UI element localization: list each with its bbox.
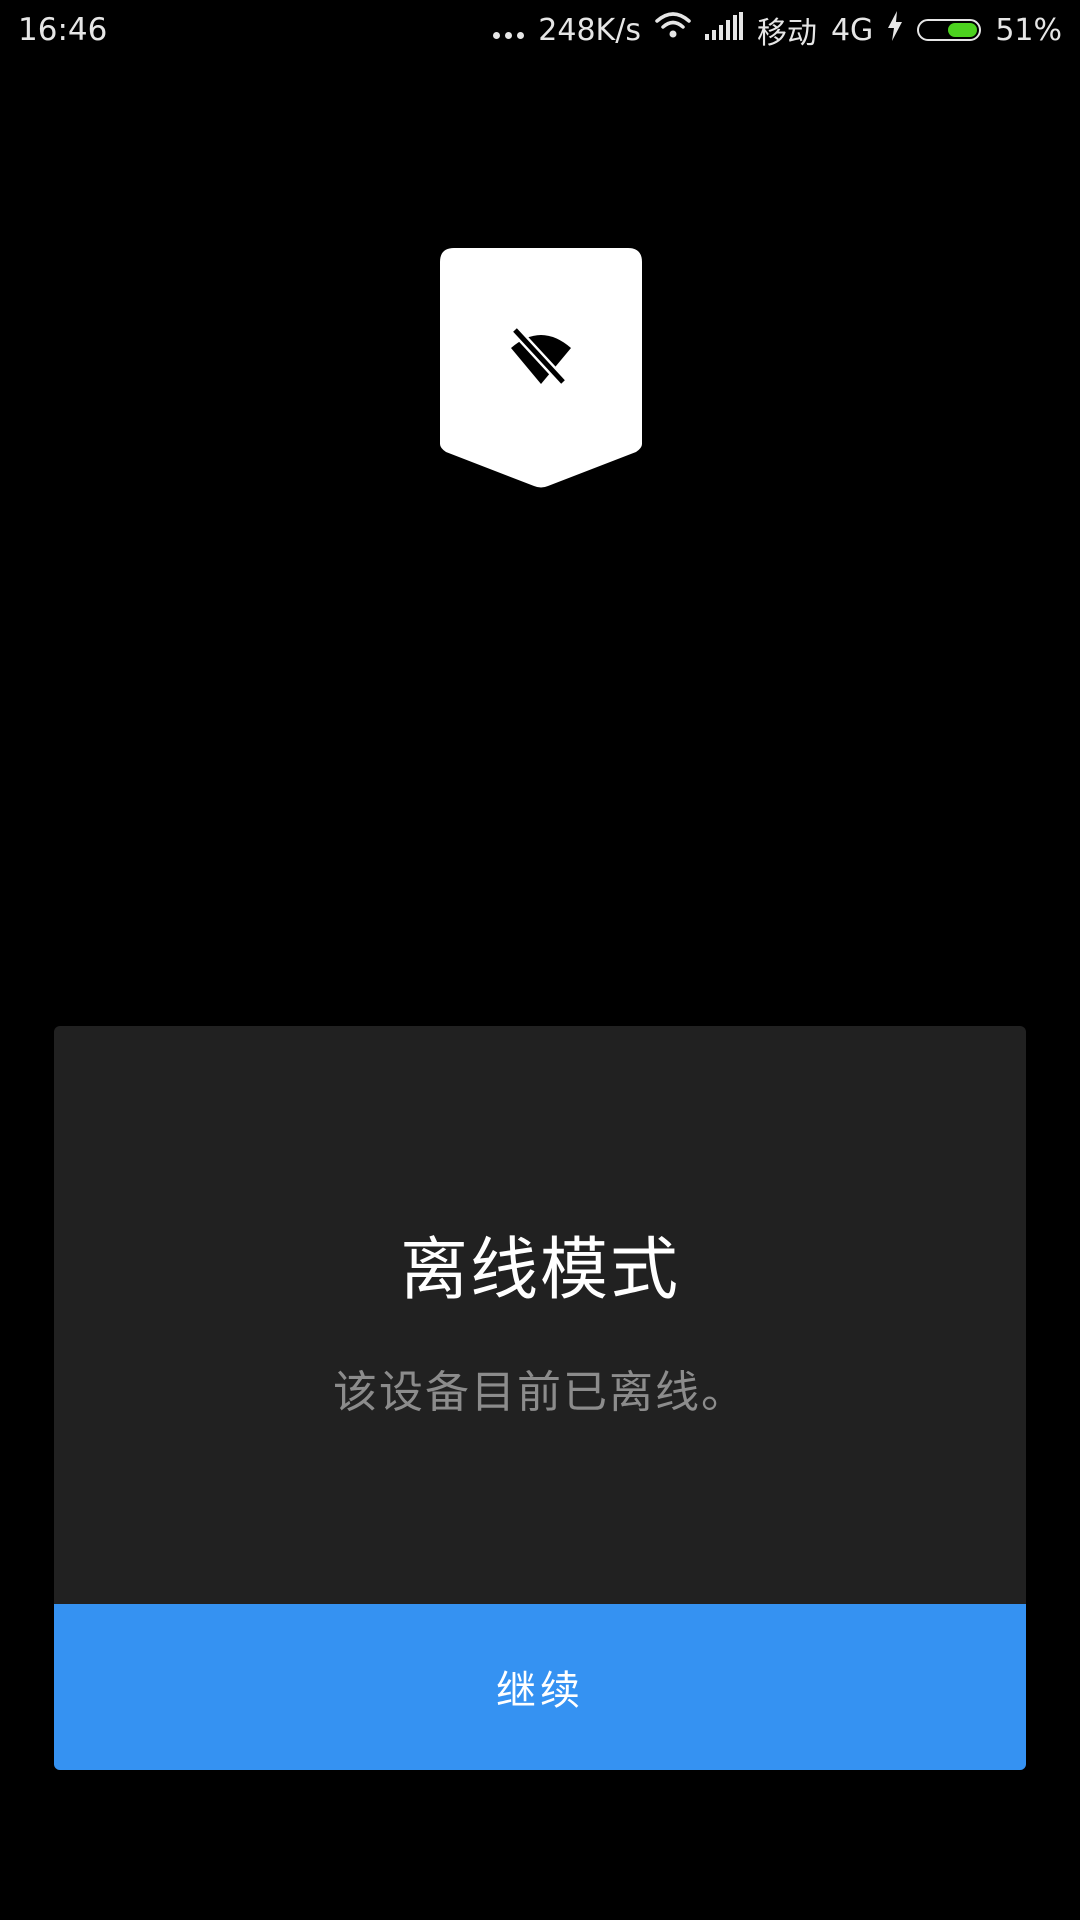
screen: 16:46 248K/s 移动 4G 51% 离线模式 该设备目前已离线。 继续 <box>0 0 1080 1920</box>
battery-fill <box>948 23 978 37</box>
more-dots-icon <box>493 22 525 39</box>
continue-button[interactable]: 继续 <box>54 1604 1026 1770</box>
carrier-label: 移动 <box>756 16 817 51</box>
battery-body <box>917 19 982 41</box>
wifi-off-shield-icon <box>440 248 642 488</box>
wifi-icon <box>655 11 691 49</box>
battery-icon <box>917 19 982 41</box>
status-bar: 16:46 248K/s 移动 4G 51% <box>0 0 1080 60</box>
charging-bolt-icon <box>887 11 903 49</box>
dialog-title: 离线模式 <box>399 1231 680 1310</box>
status-time: 16:46 <box>18 12 108 48</box>
signal-icon <box>704 12 743 48</box>
network-type-label: 4G <box>830 12 874 48</box>
battery-percent: 51% <box>995 12 1062 48</box>
offline-dialog: 离线模式 该设备目前已离线。 继续 <box>54 1026 1026 1770</box>
network-speed: 248K/s <box>538 12 641 48</box>
status-right-group: 248K/s 移动 4G 51% <box>493 8 1062 52</box>
dialog-message: 该设备目前已离线。 <box>333 1367 747 1418</box>
